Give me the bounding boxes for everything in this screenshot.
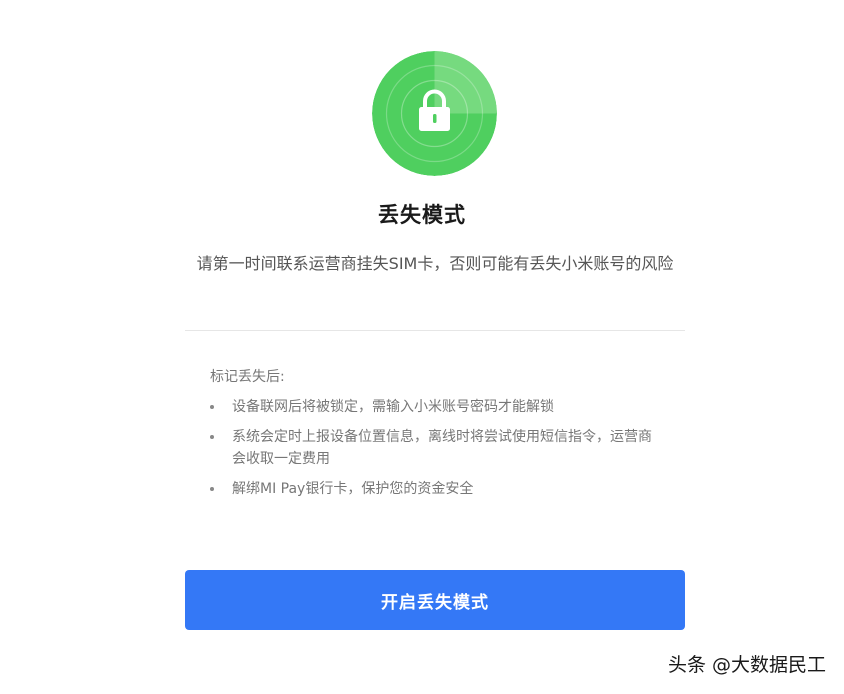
list-item-text: 系统会定时上报设备位置信息，离线时将尝试使用短信指令，运营商会收取一定费用	[232, 429, 652, 467]
lock-icon	[372, 51, 497, 176]
divider	[185, 330, 685, 331]
bullet-icon	[210, 487, 214, 491]
info-list: 设备联网后将被锁定，需输入小米账号密码才能解锁 系统会定时上报设备位置信息，离线…	[210, 396, 670, 500]
list-item-text: 设备联网后将被锁定，需输入小米账号密码才能解锁	[232, 399, 554, 415]
lost-mode-page: 丢失模式 请第一时间联系运营商挂失SIM卡，否则可能有丢失小米账号的风险 标记丢…	[0, 0, 844, 694]
enable-lost-mode-button[interactable]: 开启丢失模式	[185, 570, 685, 630]
watermark: 头条 @大数据民工	[667, 654, 826, 676]
bullet-icon	[210, 405, 214, 409]
bullet-icon	[210, 435, 214, 439]
list-item: 解绑MI Pay银行卡，保护您的资金安全	[210, 478, 662, 500]
lost-mode-info: 标记丢失后: 设备联网后将被锁定，需输入小米账号密码才能解锁 系统会定时上报设备…	[210, 366, 670, 508]
list-item: 系统会定时上报设备位置信息，离线时将尝试使用短信指令，运营商会收取一定费用	[210, 426, 662, 470]
list-item-text: 解绑MI Pay银行卡，保护您的资金安全	[232, 481, 474, 497]
page-title: 丢失模式	[378, 203, 466, 227]
info-heading: 标记丢失后:	[210, 369, 285, 385]
list-item: 设备联网后将被锁定，需输入小米账号密码才能解锁	[210, 396, 662, 418]
warning-description: 请第一时间联系运营商挂失SIM卡，否则可能有丢失小米账号的风险	[196, 254, 674, 273]
